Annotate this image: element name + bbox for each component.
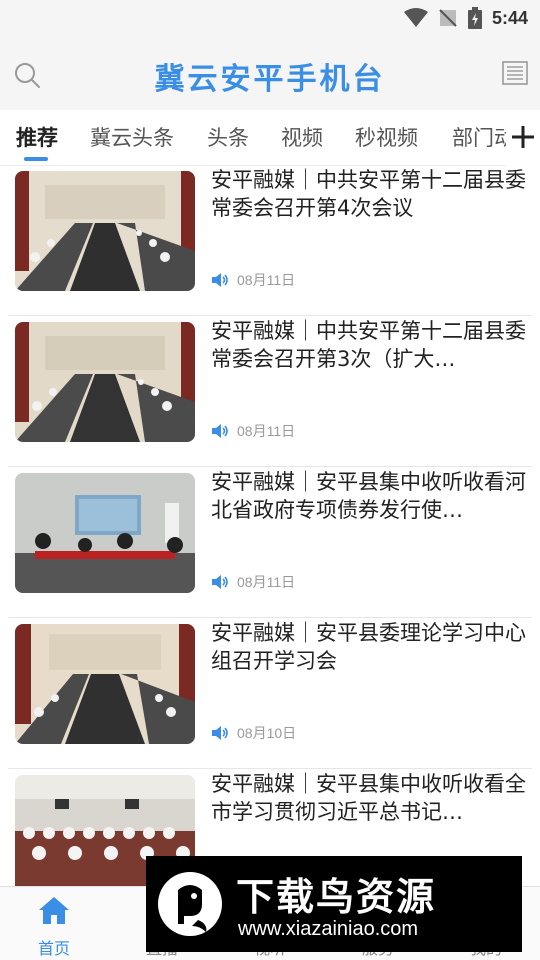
home-icon — [39, 897, 69, 924]
news-item[interactable]: 安平融媒｜安平县集中收听收看河北省政府专项债券发行使… 08月11日 — [0, 468, 540, 618]
news-date: 08月11日 — [237, 574, 296, 590]
tab-headlines[interactable]: 头条 — [207, 122, 249, 152]
no-signal-icon — [439, 9, 457, 27]
news-date: 08月11日 — [237, 423, 296, 439]
active-tab-indicator — [24, 157, 48, 161]
divider — [8, 768, 532, 769]
speaker-icon[interactable] — [211, 574, 229, 590]
speaker-icon[interactable] — [211, 725, 229, 741]
nav-label: 首页 — [37, 939, 70, 958]
news-meta: 08月11日 — [211, 572, 295, 592]
plus-icon — [512, 126, 534, 148]
news-meta: 08月11日 — [211, 270, 295, 290]
watermark-url: www.xiazainiao.com — [238, 918, 419, 940]
divider — [8, 617, 532, 618]
bird-logo-icon — [158, 872, 222, 936]
news-date: 08月11日 — [237, 272, 296, 288]
divider — [8, 466, 532, 467]
news-list: 安平融媒｜中共安平第十二届县委常委会召开第4次会议 08月11日 安平融媒｜中共… — [0, 166, 540, 886]
news-title: 安平融媒｜安平县集中收听收看全市学习贯彻习近平总书记… — [211, 772, 526, 824]
news-item[interactable]: 安平融媒｜中共安平第十二届县委常委会召开第4次会议 08月11日 — [0, 166, 540, 316]
news-thumbnail — [15, 171, 195, 291]
news-date: 08月10日 — [237, 725, 297, 741]
tab-video[interactable]: 视频 — [281, 122, 323, 152]
news-thumbnail — [15, 322, 195, 442]
news-thumbnail — [15, 473, 195, 593]
news-item[interactable]: 安平融媒｜安平县委理论学习中心组召开学习会 08月10日 — [0, 619, 540, 769]
battery-icon — [467, 7, 482, 29]
speaker-icon[interactable] — [211, 423, 229, 439]
news-meta: 08月11日 — [211, 421, 295, 441]
tab-short-video[interactable]: 秒视频 — [355, 122, 418, 152]
news-item[interactable]: 安平融媒｜中共安平第十二届县委常委会召开第3次（扩大… 08月11日 — [0, 317, 540, 467]
watermark-banner: 下载鸟资源 www.xiazainiao.com — [146, 856, 522, 952]
watermark-title: 下载鸟资源 — [236, 875, 437, 919]
news-title: 安平融媒｜安平县集中收听收看河北省政府专项债券发行使… — [211, 470, 526, 522]
nav-home[interactable]: 首页 — [0, 887, 108, 960]
speaker-icon[interactable] — [211, 272, 229, 288]
news-meta: 08月10日 — [211, 723, 296, 743]
app-header: 冀云安平手机台 — [0, 36, 540, 110]
channel-tabs: 推荐 冀云头条 头条 视频 秒视频 部门动 — [0, 110, 540, 166]
newspaper-button[interactable] — [502, 60, 528, 86]
add-channel-button[interactable] — [506, 110, 540, 166]
app-title: 冀云安平手机台 — [154, 62, 386, 97]
status-bar: 5:44 — [0, 0, 540, 36]
tab-recommend[interactable]: 推荐 — [16, 122, 58, 152]
tab-jiyun-headlines[interactable]: 冀云头条 — [90, 122, 174, 152]
news-thumbnail — [15, 624, 195, 744]
news-title: 安平融媒｜中共安平第十二届县委常委会召开第4次会议 — [211, 168, 526, 220]
divider — [8, 315, 532, 316]
wifi-icon — [403, 8, 428, 27]
news-title: 安平融媒｜中共安平第十二届县委常委会召开第3次（扩大… — [211, 319, 526, 371]
status-time: 5:44 — [491, 7, 528, 28]
newspaper-icon — [502, 61, 528, 85]
status-icons: 5:44 — [403, 6, 528, 30]
news-title: 安平融媒｜安平县委理论学习中心组召开学习会 — [211, 621, 526, 673]
